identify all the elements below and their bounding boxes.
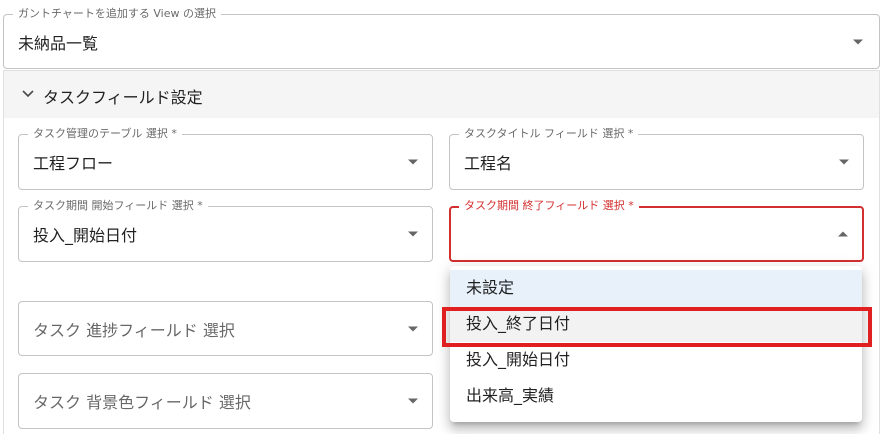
section-title: タスクフィールド設定 xyxy=(43,88,203,107)
dropdown-arrow-icon xyxy=(853,39,863,44)
dropdown-arrow-icon xyxy=(408,159,418,165)
view-select[interactable]: ガントチャートを追加する View の選択 未納品一覧 xyxy=(3,7,880,69)
dropdown-arrow-icon xyxy=(408,326,418,331)
bg-color-field-select[interactable]: タスク 背景色フィールド 選択 xyxy=(18,373,433,429)
dropdown-arrow-up-icon xyxy=(838,231,848,237)
progress-field-select[interactable]: タスク 進捗フィールド 選択 xyxy=(18,301,433,356)
menu-item-input-end-date[interactable]: 投入_終了日付 xyxy=(450,306,862,342)
end-field-select[interactable]: タスク期間 終了フィールド 選択 * xyxy=(449,199,864,262)
task-title-select[interactable]: タスクタイトル フィールド 選択 * 工程名 xyxy=(449,127,864,190)
menu-item-unset[interactable]: 未設定 xyxy=(450,270,862,306)
view-select-label: ガントチャートを追加する View の選択 xyxy=(13,7,221,21)
end-field-options-menu: 未設定 投入_終了日付 投入_開始日付 出来高_実績 xyxy=(450,266,862,422)
dropdown-arrow-icon xyxy=(839,159,849,165)
start-field-value: 投入_開始日付 xyxy=(33,226,138,245)
progress-field-placeholder: タスク 進捗フィールド 選択 xyxy=(33,320,235,340)
task-table-select[interactable]: タスク管理のテーブル 選択 * 工程フロー xyxy=(18,127,433,190)
task-title-label: タスクタイトル フィールド 選択 * xyxy=(459,127,639,141)
menu-item-input-start-date[interactable]: 投入_開始日付 xyxy=(450,342,862,378)
dropdown-arrow-icon xyxy=(408,231,418,237)
task-table-label: タスク管理のテーブル 選択 * xyxy=(28,127,182,141)
bg-color-field-placeholder: タスク 背景色フィールド 選択 xyxy=(33,393,251,412)
task-title-value: 工程名 xyxy=(464,154,513,173)
start-field-label: タスク期間 開始フィールド 選択 * xyxy=(28,199,208,213)
view-select-value: 未納品一覧 xyxy=(18,33,99,53)
dropdown-arrow-icon xyxy=(408,398,418,404)
accordion-header[interactable]: タスクフィールド設定 xyxy=(4,70,879,118)
start-field-select[interactable]: タスク期間 開始フィールド 選択 * 投入_開始日付 xyxy=(18,199,433,262)
chevron-down-icon xyxy=(22,90,34,98)
end-field-label: タスク期間 終了フィールド 選択 * xyxy=(459,199,639,213)
menu-item-output-actual[interactable]: 出来高_実績 xyxy=(450,378,862,414)
task-table-value: 工程フロー xyxy=(33,154,114,173)
